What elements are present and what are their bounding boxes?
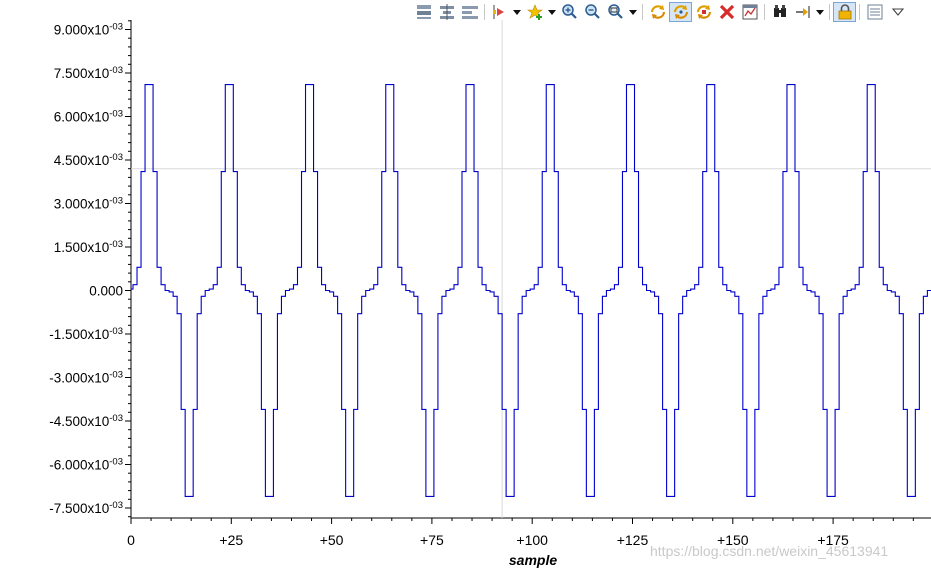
refresh-button[interactable] [646,2,669,22]
toolbar-separator [859,4,860,20]
chart-toolbar [412,2,909,22]
dropdown-arrow-icon[interactable] [546,2,558,22]
zoom-out-icon [584,4,600,19]
refresh-icon [650,5,665,19]
toolbar-separator [642,4,643,20]
zoom-fit-icon [607,4,623,19]
x-tick-label: +125 [617,532,649,548]
view-menu-button[interactable] [863,2,886,22]
y-tick-label: 7.500x10-03 [54,65,123,81]
x-tick-label: +75 [420,532,444,548]
lock-button[interactable] [833,2,856,22]
lock-icon [838,4,851,20]
x-axis-title: sample [509,552,557,568]
menu-dropdown-button[interactable] [886,2,909,22]
axis-center-icon [439,4,454,20]
zoom-out-button[interactable] [581,2,604,22]
zoom-in-button[interactable] [558,2,581,22]
x-tick-label: 0 [127,532,135,548]
timescale-button[interactable] [488,2,511,22]
menu-dropdown-icon [891,8,904,16]
series-group [131,84,931,497]
export-icon [795,6,810,18]
x-tick-label: +100 [516,532,548,548]
toolbar-separator [829,4,830,20]
zoom-fit-button[interactable] [604,2,627,22]
axis-stack-icon [416,5,431,19]
axis-stack-button[interactable] [412,2,435,22]
y-axis: 9.000x10-03 7.500x10-03 6.000x10-03 4.500x1… [49,20,132,518]
waveform-chart[interactable]: 9.000x10-03 7.500x10-03 6.000x10-03 4.500x1… [0,0,931,572]
measure-icon [773,5,786,17]
y-tick-label: 1.500x10-03 [54,239,123,255]
y-tick-label: 0.000 [89,284,123,299]
export-button[interactable] [791,2,814,22]
properties-button[interactable] [738,2,761,22]
properties-icon [742,4,757,20]
dropdown-arrow-icon[interactable] [511,2,523,22]
axis-center-button[interactable] [435,2,458,22]
y-tick-label: 4.500x10-03 [54,152,123,168]
series-line [131,84,931,497]
delete-icon [719,4,734,20]
y-tick-label: -1.500x10-03 [49,326,123,342]
auto-refresh-icon [673,5,688,19]
y-tick-label: 3.000x10-03 [54,196,123,212]
x-tick-label: +25 [219,532,243,548]
y-tick-label: -3.000x10-03 [49,370,123,386]
dropdown-arrow-icon[interactable] [814,2,826,22]
y-tick-label: -4.500x10-03 [49,413,123,429]
y-tick-label: -7.500x10-03 [49,500,123,516]
x-tick-label: +50 [320,532,344,548]
view-menu-icon [867,4,882,20]
dropdown-arrow-icon[interactable] [627,2,639,22]
delete-button[interactable] [715,2,738,22]
add-marker-icon [526,4,543,20]
crosshair [131,20,931,518]
toolbar-separator [764,4,765,20]
continuous-refresh-icon [696,5,711,19]
y-tick-label: -6.000x10-03 [49,457,123,473]
add-marker-button[interactable] [523,2,546,22]
zoom-in-icon [561,4,577,19]
auto-refresh-button[interactable] [669,2,692,22]
measure-button[interactable] [768,2,791,22]
toolbar-separator [484,4,485,20]
watermark: https://blog.csdn.net/weixin_45613941 [650,543,889,559]
continuous-refresh-button[interactable] [692,2,715,22]
y-tick-label: 9.000x10-03 [54,22,123,38]
axis-separate-icon [461,6,478,19]
axis-separate-button[interactable] [458,2,481,22]
timescale-icon [492,5,504,19]
y-tick-label: 6.000x10-03 [54,109,123,125]
